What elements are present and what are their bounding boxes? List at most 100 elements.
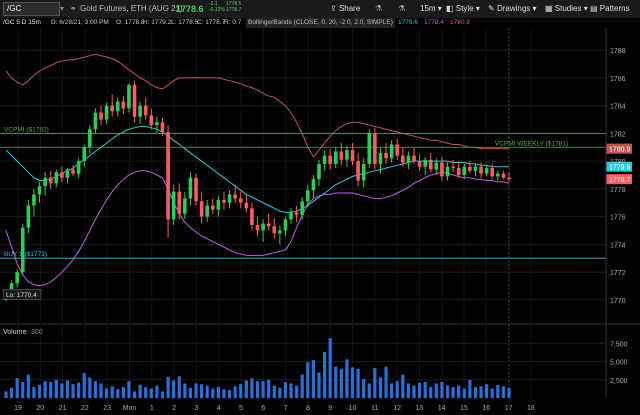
candle-body (26, 205, 31, 228)
volume-tick-label: 2,500 (610, 378, 628, 385)
price-tick-label: 1774 (610, 242, 626, 249)
candle-body (389, 144, 394, 159)
candle-body (71, 169, 75, 174)
volume-bar (468, 379, 472, 398)
volume-bar (434, 383, 438, 398)
instrument-description: Gold Futures, ETH (AUG 21) (80, 4, 183, 13)
candle-body (423, 159, 427, 167)
volume-bar (250, 378, 254, 398)
candle-body (350, 150, 355, 162)
time-tick-label: 17 (505, 405, 513, 412)
price-tag-box (606, 174, 632, 185)
candle-body (440, 162, 444, 177)
volume-tick-label: 7,500 (610, 341, 628, 348)
patterns-button[interactable]: ▤ Patterns (590, 3, 630, 15)
volume-bar (200, 384, 204, 398)
volume-bar (267, 379, 271, 398)
symbol-input[interactable]: /GC (3, 2, 60, 16)
candle-body (395, 144, 400, 156)
candle-body (205, 205, 209, 217)
candle-body (328, 155, 332, 164)
price-tick-label: 1780 (610, 159, 626, 166)
candle-body (37, 186, 42, 195)
candle-body (194, 177, 198, 202)
volume-bar (82, 373, 86, 398)
candle-body (373, 133, 377, 164)
price-chart[interactable]: 1770177217741776177817801782178417861788… (0, 0, 640, 415)
candle-body (82, 147, 87, 162)
candle-body (322, 155, 327, 164)
candle-body (76, 161, 81, 174)
candle-body (65, 169, 70, 178)
volume-bar (272, 385, 276, 398)
interval-selector[interactable]: 15m ▾ (420, 3, 442, 15)
volume-bar (183, 383, 187, 398)
bollinger-upper-band (5, 53, 509, 158)
candle-body (272, 226, 277, 234)
volume-bar (485, 384, 489, 398)
time-tick-label: 8 (306, 405, 310, 412)
volume-bar (216, 387, 220, 398)
volume-bar (37, 384, 42, 398)
volume-tick-label: 5,000 (610, 360, 628, 367)
volume-bar (188, 387, 193, 398)
volume-bar (211, 388, 215, 398)
volume-bar (496, 384, 500, 398)
flask-icon[interactable]: ⚗ (375, 3, 382, 15)
volume-bar (350, 367, 355, 398)
candle-body (434, 162, 439, 170)
volume-bar (445, 385, 450, 398)
candle-body (507, 177, 511, 180)
flask-alt-icon[interactable]: ⚗ (398, 3, 405, 15)
volume-bar (233, 386, 237, 398)
candle-body (177, 191, 182, 214)
candle-body (311, 179, 316, 191)
price-tag-label: 1780.9 (609, 147, 631, 154)
volume-bar (65, 380, 70, 398)
link-icon[interactable]: ⚭ (70, 3, 77, 15)
candle-body (48, 177, 53, 184)
volume-bar (412, 385, 416, 398)
candle-body (155, 122, 159, 126)
volume-bar (160, 391, 165, 398)
volume-bar (457, 385, 461, 398)
volume-bar (49, 381, 53, 398)
volume-bar (356, 368, 360, 398)
volume-bar (194, 383, 198, 398)
drawings-button[interactable]: ✎ Drawings ▾ (488, 3, 537, 15)
volume-bar (149, 388, 153, 398)
volume-bar (26, 374, 30, 398)
candle-body (210, 205, 215, 210)
volume-bar (255, 381, 260, 398)
symbol-text: /GC (7, 4, 22, 13)
style-button[interactable]: ◧ Style ▾ (446, 3, 480, 15)
study-label[interactable]: BollingerBands (CLOSE, 0, 20, -2.0, 2.0,… (246, 18, 395, 28)
volume-bar (334, 366, 338, 398)
price-tag-label: 1779.6 (609, 165, 631, 172)
candle-body (32, 194, 36, 206)
candle-body (456, 168, 461, 175)
candle-body (244, 202, 249, 209)
candle-body (345, 150, 349, 160)
studies-button[interactable]: ▦ Studies ▾ (545, 3, 588, 15)
bar-date: D: 6/28/21, 3:00 PM (51, 19, 109, 26)
candle-body (143, 105, 148, 116)
candle-body (333, 151, 338, 164)
volume-bar (77, 382, 81, 398)
volume-bar (172, 380, 176, 398)
symbol-dropdown-icon[interactable]: ▾ (60, 3, 64, 15)
volume-bar (155, 385, 159, 398)
candle-body (339, 151, 344, 160)
volume-bar (261, 381, 265, 398)
candle-body (222, 199, 226, 203)
volume-bar (227, 389, 232, 398)
share-button[interactable]: ⇪ Share (330, 3, 360, 15)
candle-body (138, 105, 142, 117)
volume-bar (71, 384, 75, 398)
volume-bar (110, 386, 114, 398)
candle-body (199, 201, 204, 217)
bar-close: C: 1778.7 (197, 19, 226, 26)
bid-ask: 1778.5 1778.7 (226, 1, 242, 13)
volume-bar (166, 376, 170, 398)
time-tick-label: Mon (123, 405, 137, 412)
